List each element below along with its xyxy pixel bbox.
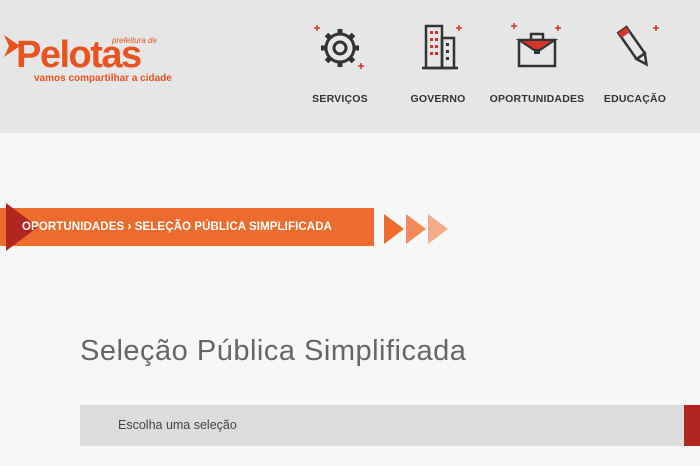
buildings-icon	[422, 24, 462, 70]
logo-tagline: vamos compartilhar a cidade	[34, 73, 172, 84]
briefcase-icon	[511, 23, 561, 68]
dropdown-toggle-button[interactable]	[684, 405, 700, 446]
nav-item-oportunidades[interactable]: OPORTUNIDADES	[487, 18, 587, 113]
nav-item-governo[interactable]: GOVERNO	[388, 18, 488, 113]
pelotas-logo[interactable]: Pelotas prefeitura de vamos compartilhar…	[4, 26, 174, 90]
page-title: Seleção Pública Simplificada	[80, 335, 467, 367]
gear-icon	[314, 25, 364, 69]
nav-label: EDUCAÇÃO	[603, 93, 667, 105]
nav-item-educacao[interactable]: EDUCAÇÃO	[585, 18, 685, 113]
selection-dropdown-value: Escolha uma seleção	[118, 418, 237, 432]
selection-dropdown[interactable]: Escolha uma seleção	[80, 405, 700, 446]
logo-prefix: prefeitura de	[112, 36, 157, 45]
breadcrumb: OPORTUNIDADES › SELEÇÃO PÚBLICA SIMPLIFI…	[0, 203, 374, 251]
pencil-icon	[616, 25, 659, 67]
nav-label: SERVIÇOS	[312, 93, 368, 105]
nav-label: GOVERNO	[410, 93, 466, 105]
breadcrumb-text[interactable]: OPORTUNIDADES › SELEÇÃO PÚBLICA SIMPLIFI…	[22, 221, 332, 233]
nav-label: OPORTUNIDADES	[489, 93, 585, 105]
decorative-arrows-icon	[384, 214, 448, 244]
nav-item-servicos[interactable]: SERVIÇOS	[290, 18, 390, 113]
site-header: Pelotas prefeitura de vamos compartilhar…	[0, 0, 700, 133]
